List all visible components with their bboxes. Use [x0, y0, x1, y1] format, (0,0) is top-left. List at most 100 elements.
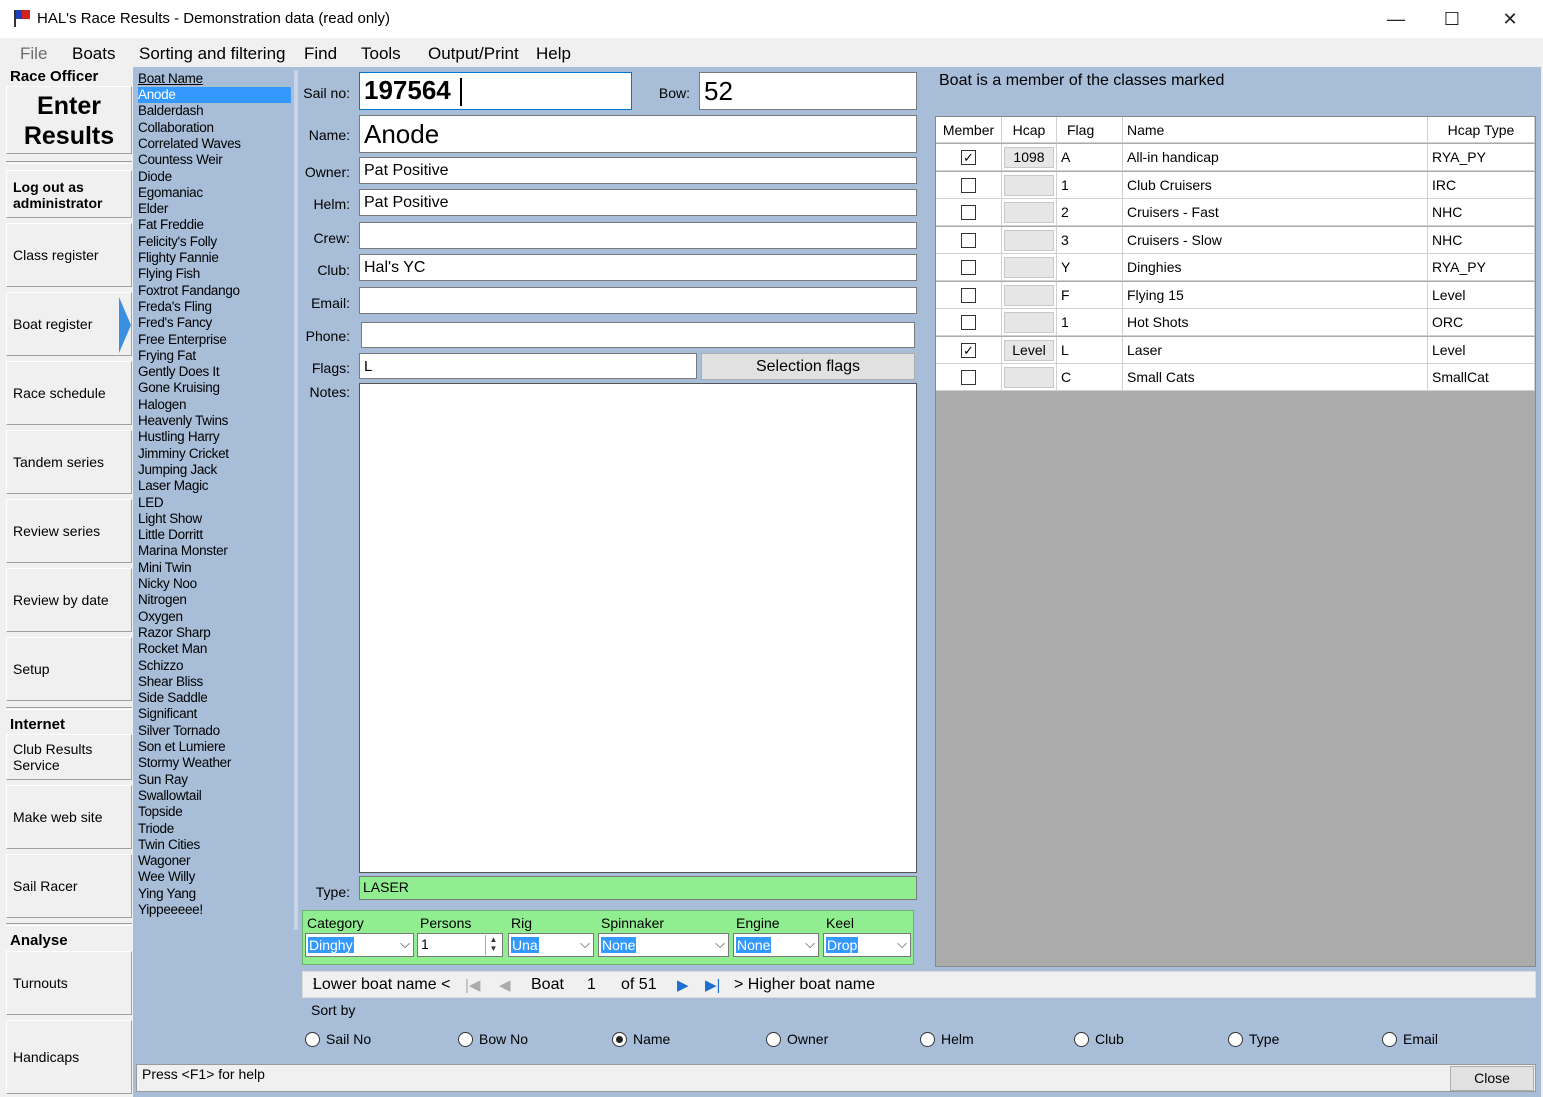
grid-row[interactable]: 2 Cruisers - Fast NHC: [936, 199, 1535, 226]
phone-field[interactable]: [361, 322, 915, 348]
boat-list-item[interactable]: Nitrogen: [138, 592, 187, 608]
grid-row[interactable]: 1 Club Cruisers IRC: [936, 171, 1535, 199]
boat-list-item[interactable]: Sun Ray: [138, 772, 188, 788]
member-checkbox[interactable]: ✓: [961, 342, 976, 358]
boat-list-item[interactable]: Free Enterprise: [138, 332, 227, 348]
boat-list-item[interactable]: Foxtrot Fandango: [138, 283, 240, 299]
boat-list-item[interactable]: Balderdash: [138, 103, 204, 119]
member-checkbox[interactable]: [961, 177, 976, 193]
member-checkbox[interactable]: [961, 205, 976, 220]
boat-list-item[interactable]: Ying Yang: [138, 886, 196, 902]
col-member[interactable]: Member: [936, 117, 1002, 143]
boat-list-item[interactable]: Triode: [138, 821, 174, 837]
menu-output[interactable]: Output/Print: [428, 44, 519, 64]
boat-list-item[interactable]: Light Show: [138, 511, 202, 527]
boat-list-item[interactable]: Razor Sharp: [138, 625, 211, 641]
race-schedule-button[interactable]: Race schedule: [6, 361, 132, 425]
boat-list-item[interactable]: Nicky Noo: [138, 576, 197, 592]
flag-cell[interactable]: Y: [1057, 254, 1123, 281]
setup-button[interactable]: Setup: [6, 637, 132, 701]
name-field[interactable]: Anode: [359, 115, 917, 153]
member-checkbox[interactable]: [961, 287, 976, 303]
grid-row[interactable]: 1 Hot Shots ORC: [936, 309, 1535, 336]
hcap-type-cell[interactable]: NHC: [1428, 226, 1535, 254]
boat-list-item[interactable]: Fred's Fancy: [138, 315, 212, 331]
flag-cell[interactable]: 1: [1057, 309, 1123, 336]
hcap-button[interactable]: [1004, 174, 1054, 196]
sort-radio-email[interactable]: Email: [1382, 1031, 1438, 1047]
hcap-button[interactable]: [1004, 202, 1054, 223]
boat-list-item[interactable]: Significant: [138, 706, 197, 722]
grid-row[interactable]: C Small Cats SmallCat: [936, 364, 1535, 391]
sort-radio-helm[interactable]: Helm: [920, 1031, 974, 1047]
boat-list-item[interactable]: Wee Willy: [138, 869, 195, 885]
helm-field[interactable]: Pat Positive: [359, 189, 917, 216]
boat-list-item[interactable]: Stormy Weather: [138, 755, 231, 771]
boat-list-item[interactable]: Gone Kruising: [138, 380, 220, 396]
boat-list-item[interactable]: Little Dorritt: [138, 527, 203, 543]
name-cell[interactable]: All-in handicap: [1123, 144, 1428, 171]
member-checkbox[interactable]: ✓: [961, 150, 976, 165]
boat-list-item[interactable]: Correlated Waves: [138, 136, 241, 152]
grid-row[interactable]: ✓ 1098 A All-in handicap RYA_PY: [936, 144, 1535, 171]
selection-flags-button[interactable]: Selection flags: [701, 353, 915, 380]
col-flag[interactable]: Flag: [1057, 117, 1123, 143]
class-register-button[interactable]: Class register: [6, 223, 132, 287]
hcap-button[interactable]: [1004, 284, 1054, 306]
boat-list-item[interactable]: Anode: [138, 87, 291, 103]
sort-radio-bow-no[interactable]: Bow No: [458, 1031, 528, 1047]
logout-button[interactable]: Log out as administrator: [6, 170, 132, 218]
enter-results-button[interactable]: Enter Results: [6, 86, 132, 154]
boat-list-item[interactable]: Jimminy Cricket: [138, 446, 229, 462]
category-select[interactable]: Dinghy ⌵: [305, 933, 414, 957]
prev-record-icon[interactable]: ◀: [499, 976, 511, 994]
persons-stepper[interactable]: 1 ▲ ▼: [417, 933, 503, 957]
boat-list-item[interactable]: Schizzo: [138, 658, 183, 674]
notes-field[interactable]: [359, 383, 917, 873]
next-record-icon[interactable]: ▶: [677, 976, 689, 994]
boat-list-item[interactable]: Egomaniac: [138, 185, 203, 201]
email-field[interactable]: [359, 287, 917, 314]
boat-list-item[interactable]: Twin Cities: [138, 837, 200, 853]
boat-register-button[interactable]: Boat register: [6, 292, 132, 356]
grid-row[interactable]: ✓ Level L Laser Level: [936, 336, 1535, 364]
sort-radio-owner[interactable]: Owner: [766, 1031, 828, 1047]
hcap-type-cell[interactable]: Level: [1428, 336, 1535, 364]
splitter[interactable]: [294, 70, 298, 930]
boat-list-item[interactable]: Oxygen: [138, 609, 183, 625]
hcap-button[interactable]: 1098: [1004, 147, 1054, 168]
hcap-type-cell[interactable]: Level: [1428, 281, 1535, 309]
boat-list-item[interactable]: Hustling Harry: [138, 429, 220, 445]
col-hcap[interactable]: Hcap: [1002, 117, 1057, 143]
boat-list-item[interactable]: Countess Weir: [138, 152, 223, 168]
boat-list-item[interactable]: Son et Lumiere: [138, 739, 226, 755]
flag-cell[interactable]: F: [1057, 281, 1123, 309]
boat-list-item[interactable]: Jumping Jack: [138, 462, 217, 478]
record-position-field[interactable]: 1: [587, 976, 596, 994]
spin-arrows-icon[interactable]: ▲ ▼: [485, 935, 501, 955]
menu-sorting[interactable]: Sorting and filtering: [139, 44, 285, 64]
name-cell[interactable]: Cruisers - Fast: [1123, 199, 1428, 226]
boat-list-item[interactable]: Felicity's Folly: [138, 234, 217, 250]
sort-radio-sail-no[interactable]: Sail No: [305, 1031, 371, 1047]
boat-list-item[interactable]: Wagoner: [138, 853, 190, 869]
name-cell[interactable]: Hot Shots: [1123, 309, 1428, 336]
menu-boats[interactable]: Boats: [72, 44, 115, 64]
member-checkbox[interactable]: [961, 232, 976, 248]
name-cell[interactable]: Dinghies: [1123, 254, 1428, 281]
maximize-button[interactable]: ☐: [1426, 4, 1478, 34]
boat-list-item[interactable]: Flighty Fannie: [138, 250, 219, 266]
flags-field[interactable]: L: [359, 353, 697, 379]
name-cell[interactable]: Flying 15: [1123, 281, 1428, 309]
higher-boat-name-label[interactable]: > Higher boat name: [734, 976, 875, 994]
flag-cell[interactable]: A: [1057, 144, 1123, 171]
boat-list-item[interactable]: Frying Fat: [138, 348, 196, 364]
boat-list-item[interactable]: Mini Twin: [138, 560, 192, 576]
bow-field[interactable]: 52: [699, 72, 917, 110]
club-results-service-button[interactable]: Club Results Service: [6, 734, 132, 780]
member-checkbox[interactable]: [961, 370, 976, 385]
grid-row[interactable]: 3 Cruisers - Slow NHC: [936, 226, 1535, 254]
boat-list-item[interactable]: Laser Magic: [138, 478, 209, 494]
sort-radio-type[interactable]: Type: [1228, 1031, 1279, 1047]
boat-list-item[interactable]: Swallowtail: [138, 788, 202, 804]
